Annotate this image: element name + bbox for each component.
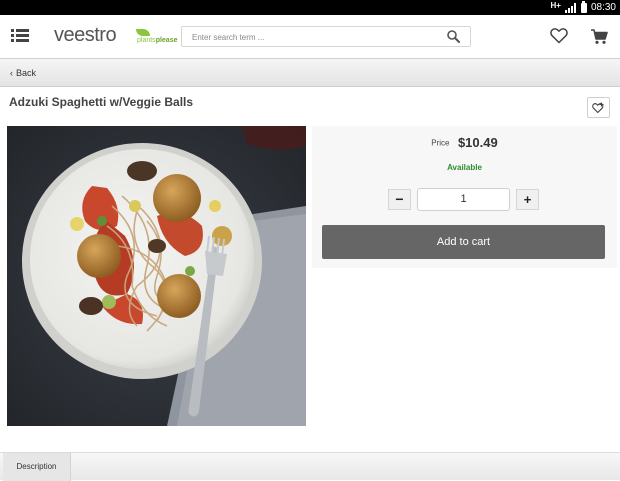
logo[interactable]: veestro plantsplease [54,24,177,50]
tab-bar: Description [0,452,620,481]
back-bar: ‹ Back [0,58,620,87]
price-value: $10.49 [457,135,498,151]
cart-icon[interactable] [590,28,608,45]
status-bar: H+ 08:30 [0,0,620,15]
heart-icon[interactable] [550,27,568,44]
battery-icon [580,0,587,13]
availability-status: Available [447,163,482,172]
network-type: H+ [550,1,561,10]
chevron-left-icon: ‹ [10,68,13,78]
product-image [7,126,306,426]
logo-tagline: plantsplease [137,37,178,44]
app-header: veestro plantsplease [0,15,620,58]
back-link[interactable]: ‹ Back [10,68,36,78]
heart-plus-icon [592,102,604,114]
quantity-input[interactable]: 1 [417,188,510,211]
logo-text: veestro [54,24,117,46]
status-bar-indicators: H+ 08:30 [550,0,616,14]
product-title: Adzuki Spaghetti w/Veggie Balls [9,95,194,109]
tab-description[interactable]: Description [3,453,71,481]
price-row: Price $10.49 [312,134,617,152]
search-icon[interactable] [447,30,460,43]
status-time: 08:30 [590,2,616,13]
back-label: Back [16,68,37,78]
search-input[interactable] [182,28,432,47]
price-label: Price [431,138,450,148]
add-to-cart-button[interactable]: Add to cart [322,225,605,259]
quantity-decrease-button[interactable]: − [388,189,411,210]
search-box [181,26,471,47]
quantity-increase-button[interactable]: + [516,189,539,210]
add-to-wishlist-button[interactable] [587,97,610,118]
leaf-icon [136,29,150,36]
menu-icon[interactable] [11,29,29,43]
buy-panel: Price $10.49 Available − 1 + Add to cart [312,126,617,268]
signal-icon [564,2,577,13]
